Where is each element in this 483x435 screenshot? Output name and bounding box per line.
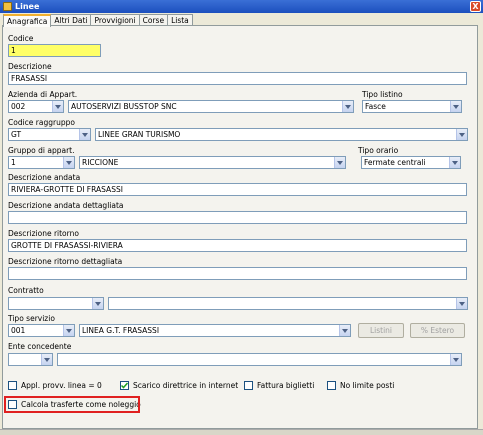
tipo-servizio-name-value: LINEA G.T. FRASASSI — [82, 326, 160, 335]
fattura-biglietti-label: Fattura biglietti — [257, 381, 315, 390]
tipo-servizio-code-select[interactable]: 001 — [8, 324, 75, 337]
tipo-orario-value: Fermate centrali — [364, 158, 426, 167]
raggruppo-code-select[interactable]: GT — [8, 128, 91, 141]
azienda-code-value: 002 — [11, 102, 26, 111]
close-button[interactable]: X — [470, 1, 481, 12]
checkbox-box[interactable] — [327, 381, 336, 390]
gruppo-name-value: RICCIONE — [82, 158, 119, 167]
title-bar: Linee X — [0, 0, 483, 13]
chevron-down-icon[interactable] — [41, 354, 52, 365]
anagrafica-panel — [2, 25, 478, 429]
chevron-down-icon[interactable] — [456, 298, 467, 309]
scarico-direttrice-label: Scarico direttrice in internet — [133, 381, 239, 390]
descrizione-ritorno-input[interactable]: GROTTE DI FRASASSI-RIVIERA — [8, 239, 467, 252]
descrizione-ritorno-label: Descrizione ritorno — [8, 229, 79, 238]
tipo-servizio-name-select[interactable]: LINEA G.T. FRASASSI — [79, 324, 351, 337]
estero-button[interactable]: % Estero — [410, 323, 465, 338]
descrizione-andata-dett-label: Descrizione andata dettagliata — [8, 201, 124, 210]
chevron-down-icon[interactable] — [342, 101, 353, 112]
tipo-orario-label: Tipo orario — [358, 146, 399, 155]
azienda-label: Azienda di Appart. — [8, 90, 78, 99]
chevron-down-icon[interactable] — [79, 129, 90, 140]
descrizione-input[interactable]: FRASASSI — [8, 72, 467, 85]
tipo-servizio-code-value: 001 — [11, 326, 26, 335]
chevron-down-icon[interactable] — [52, 101, 63, 112]
tipo-listino-select[interactable]: Fasce — [362, 100, 462, 113]
checkmark-icon — [121, 382, 128, 389]
ente-name-select[interactable] — [57, 353, 462, 366]
contratto-name-select[interactable] — [108, 297, 468, 310]
appl-provv-checkbox[interactable]: Appl. provv. linea = 0 — [8, 381, 102, 390]
linee-window: Linee X Anagrafica Altri Dati Provvigion… — [0, 0, 483, 435]
descrizione-ritorno-dett-label: Descrizione ritorno dettagliata — [8, 257, 123, 266]
tipo-listino-value: Fasce — [365, 102, 386, 111]
status-strip — [0, 429, 483, 435]
descrizione-label: Descrizione — [8, 62, 52, 71]
checkbox-box[interactable] — [8, 381, 17, 390]
descrizione-andata-label: Descrizione andata — [8, 173, 81, 182]
chevron-down-icon[interactable] — [450, 101, 461, 112]
descrizione-ritorno-dett-input[interactable] — [8, 267, 467, 280]
chevron-down-icon[interactable] — [334, 157, 345, 168]
chevron-down-icon[interactable] — [449, 157, 460, 168]
gruppo-code-value: 1 — [11, 158, 16, 167]
contratto-label: Contratto — [8, 286, 44, 295]
raggruppo-code-value: GT — [11, 130, 22, 139]
raggruppo-name-value: LINEE GRAN TURISMO — [98, 130, 181, 139]
chevron-down-icon[interactable] — [92, 298, 103, 309]
chevron-down-icon[interactable] — [63, 157, 74, 168]
codice-raggruppo-label: Codice raggruppo — [8, 118, 75, 127]
no-limite-posti-checkbox[interactable]: No limite posti — [327, 381, 394, 390]
gruppo-name-select[interactable]: RICCIONE — [79, 156, 346, 169]
checkbox-box[interactable] — [244, 381, 253, 390]
azienda-code-select[interactable]: 002 — [8, 100, 64, 113]
codice-label: Codice — [8, 34, 34, 43]
chevron-down-icon[interactable] — [456, 129, 467, 140]
azienda-name-select[interactable]: AUTOSERVIZI BUSSTOP SNC — [68, 100, 354, 113]
contratto-code-select[interactable] — [8, 297, 104, 310]
ente-concedente-label: Ente concedente — [8, 342, 72, 351]
checkbox-box[interactable] — [120, 381, 129, 390]
ente-code-select[interactable] — [8, 353, 53, 366]
azienda-name-value: AUTOSERVIZI BUSSTOP SNC — [71, 102, 177, 111]
descrizione-andata-input[interactable]: RIVIERA-GROTTE DI FRASASSI — [8, 183, 467, 196]
tipo-listino-label: Tipo listino — [362, 90, 403, 99]
gruppo-label: Gruppo di appart. — [8, 146, 75, 155]
chevron-down-icon[interactable] — [63, 325, 74, 336]
scarico-direttrice-checkbox[interactable]: Scarico direttrice in internet — [120, 381, 238, 390]
raggruppo-name-select[interactable]: LINEE GRAN TURISMO — [95, 128, 468, 141]
chevron-down-icon[interactable] — [339, 325, 350, 336]
no-limite-posti-label: No limite posti — [340, 381, 395, 390]
window-title: Linee — [15, 2, 40, 11]
gruppo-code-select[interactable]: 1 — [8, 156, 75, 169]
tipo-servizio-label: Tipo servizio — [8, 314, 55, 323]
chevron-down-icon[interactable] — [450, 354, 461, 365]
highlight-frame — [4, 396, 140, 413]
tipo-orario-select[interactable]: Fermate centrali — [361, 156, 461, 169]
codice-input[interactable]: 1 — [8, 44, 101, 57]
fattura-biglietti-checkbox[interactable]: Fattura biglietti — [244, 381, 314, 390]
appl-provv-label: Appl. provv. linea = 0 — [21, 381, 102, 390]
tab-anagrafica[interactable]: Anagrafica — [3, 14, 52, 27]
app-icon — [3, 2, 12, 11]
listini-button[interactable]: Listini — [358, 323, 404, 338]
descrizione-andata-dett-input[interactable] — [8, 211, 467, 224]
